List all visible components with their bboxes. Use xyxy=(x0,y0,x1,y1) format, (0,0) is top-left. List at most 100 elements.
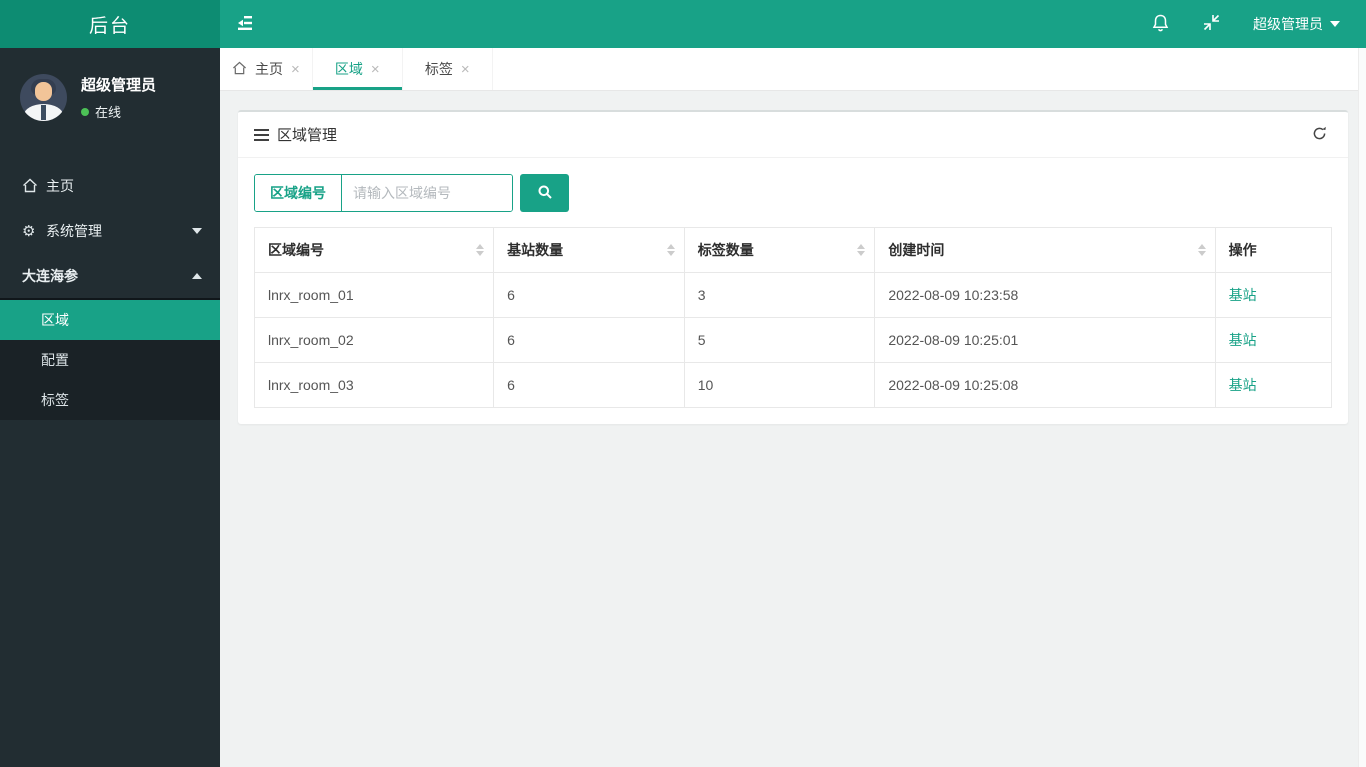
cell-actions: 基站 xyxy=(1214,362,1333,408)
tab-home[interactable]: 主页 × xyxy=(220,48,313,90)
sidebar-item-label: 配置 xyxy=(41,352,69,368)
home-icon xyxy=(232,61,247,78)
cell-base-stations: 6 xyxy=(493,362,685,408)
sort-icon[interactable] xyxy=(1197,244,1206,256)
search-input[interactable] xyxy=(342,175,512,211)
scrollbar-track[interactable] xyxy=(1358,48,1366,767)
tab-bar: 主页 × 区域 × 标签 × xyxy=(220,48,1366,91)
search-group: 区域编号 xyxy=(254,174,513,212)
avatar xyxy=(20,74,67,121)
base-station-link[interactable]: 基站 xyxy=(1229,377,1257,393)
table-row: lnrx_room_02 6 5 2022-08-09 10:25:01 基站 xyxy=(253,317,1333,363)
compress-icon xyxy=(1202,13,1221,35)
search-icon xyxy=(537,184,553,203)
tab-tag[interactable]: 标签 × xyxy=(403,48,493,90)
cell-created-time: 2022-08-09 10:25:01 xyxy=(874,317,1216,363)
navbar-right: 超级管理员 xyxy=(1135,0,1366,48)
chevron-up-icon xyxy=(192,272,202,279)
column-label: 标签数量 xyxy=(697,242,754,258)
column-label: 区域编号 xyxy=(268,242,324,258)
cell-area-id: lnrx_room_01 xyxy=(253,272,495,318)
table-row: lnrx_room_01 6 3 2022-08-09 10:23:58 基站 xyxy=(253,272,1333,318)
column-header-created-time[interactable]: 创建时间 xyxy=(874,227,1216,273)
refresh-button[interactable] xyxy=(1306,122,1332,148)
cell-area-id: lnrx_room_02 xyxy=(253,317,495,363)
cell-base-stations: 6 xyxy=(493,272,685,318)
top-header: 后台 超级管理员 xyxy=(0,0,1366,48)
column-header-tags[interactable]: 标签数量 xyxy=(683,227,876,273)
user-dropdown[interactable]: 超级管理员 xyxy=(1237,0,1346,48)
sidebar-item-label: 系统管理 xyxy=(46,222,102,239)
sidebar-item-label: 区域 xyxy=(41,312,69,328)
table-row: lnrx_room_03 6 10 2022-08-09 10:25:08 基站 xyxy=(253,362,1333,408)
cell-area-id: lnrx_room_03 xyxy=(253,362,495,408)
column-label: 创建时间 xyxy=(888,242,945,258)
cell-actions: 基站 xyxy=(1214,317,1333,363)
column-header-actions: 操作 xyxy=(1214,227,1333,273)
sidebar-item-label: 标签 xyxy=(41,392,69,408)
cell-created-time: 2022-08-09 10:23:58 xyxy=(874,272,1216,318)
cell-base-stations: 6 xyxy=(493,317,685,363)
card-header: 区域管理 xyxy=(238,112,1348,158)
exit-fullscreen-button[interactable] xyxy=(1186,0,1237,48)
online-dot-icon xyxy=(81,107,89,116)
cell-tags: 3 xyxy=(683,272,876,318)
tab-label: 主页 xyxy=(255,61,283,77)
sidebar-toggle-button[interactable] xyxy=(220,0,270,48)
avatar-tie xyxy=(41,105,46,120)
sidebar-submenu: 区域 配置 标签 xyxy=(0,298,220,420)
column-header-base-stations[interactable]: 基站数量 xyxy=(493,227,685,273)
sort-icon[interactable] xyxy=(857,244,866,256)
main-content: 区域管理 区域编号 请输入区域编号 区域编号 基站数量 标签数量 创建时间 操作… xyxy=(220,91,1366,767)
tab-area[interactable]: 区域 × xyxy=(313,48,403,90)
chevron-down-icon xyxy=(192,227,202,234)
sidebar-item-area[interactable]: 区域 xyxy=(0,300,220,340)
refresh-icon xyxy=(1311,125,1328,145)
close-icon[interactable]: × xyxy=(371,62,380,77)
sidebar-item-home[interactable]: 主页 xyxy=(0,163,220,208)
user-meta: 超级管理员 在线 xyxy=(81,74,156,121)
sort-icon[interactable] xyxy=(666,244,675,256)
tab-label: 标签 xyxy=(424,61,453,77)
user-status[interactable]: 在线 xyxy=(81,102,156,121)
cell-tags: 5 xyxy=(683,317,876,363)
column-label: 基站数量 xyxy=(507,242,564,258)
home-icon xyxy=(22,178,46,193)
bell-icon xyxy=(1151,13,1170,36)
base-station-link[interactable]: 基站 xyxy=(1229,332,1257,348)
column-header-area-id[interactable]: 区域编号 xyxy=(253,227,495,273)
sort-icon[interactable] xyxy=(476,244,485,256)
chevron-down-icon xyxy=(1330,21,1340,27)
close-icon[interactable]: × xyxy=(291,62,300,77)
card-title: 区域管理 xyxy=(277,127,338,144)
cell-actions: 基站 xyxy=(1214,272,1333,318)
sidebar-toggle-icon xyxy=(235,14,255,34)
avatar-face xyxy=(35,82,52,101)
sidebar-item-system-management[interactable]: ⚙ 系统管理 xyxy=(0,208,220,253)
close-icon[interactable]: × xyxy=(461,62,470,77)
sidebar: 超级管理员 在线 主页 ⚙ 系统管理 大连海参 区域 配置 标签 xyxy=(0,48,220,767)
sidebar-item-tag[interactable]: 标签 xyxy=(0,380,220,420)
user-dropdown-label: 超级管理员 xyxy=(1253,16,1323,32)
search-button[interactable] xyxy=(520,174,569,212)
list-icon xyxy=(254,128,269,141)
sidebar-user-panel: 超级管理员 在线 xyxy=(0,48,220,145)
area-management-card: 区域管理 区域编号 请输入区域编号 区域编号 基站数量 标签数量 创建时间 操作… xyxy=(238,110,1348,424)
sidebar-item-label: 主页 xyxy=(46,177,74,194)
app-logo[interactable]: 后台 xyxy=(0,0,220,48)
table-body: lnrx_room_01 6 3 2022-08-09 10:23:58 基站 … xyxy=(253,272,1333,408)
cell-tags: 10 xyxy=(683,362,876,408)
column-label: 操作 xyxy=(1228,242,1257,258)
sidebar-item-label: 大连海参 xyxy=(22,267,78,284)
user-name: 超级管理员 xyxy=(81,77,157,94)
table-header-row: 区域编号 基站数量 标签数量 创建时间 操作 xyxy=(253,227,1333,273)
notifications-button[interactable] xyxy=(1135,0,1186,48)
sidebar-item-dalian-haishen[interactable]: 大连海参 xyxy=(0,253,220,298)
cell-created-time: 2022-08-09 10:25:08 xyxy=(874,362,1216,408)
sidebar-item-config[interactable]: 配置 xyxy=(0,340,220,380)
tab-label: 区域 xyxy=(334,61,363,77)
search-row: 区域编号 xyxy=(254,174,1332,212)
user-status-label: 在线 xyxy=(95,105,122,120)
base-station-link[interactable]: 基站 xyxy=(1229,287,1257,303)
search-field-selector[interactable]: 区域编号 xyxy=(255,175,342,211)
